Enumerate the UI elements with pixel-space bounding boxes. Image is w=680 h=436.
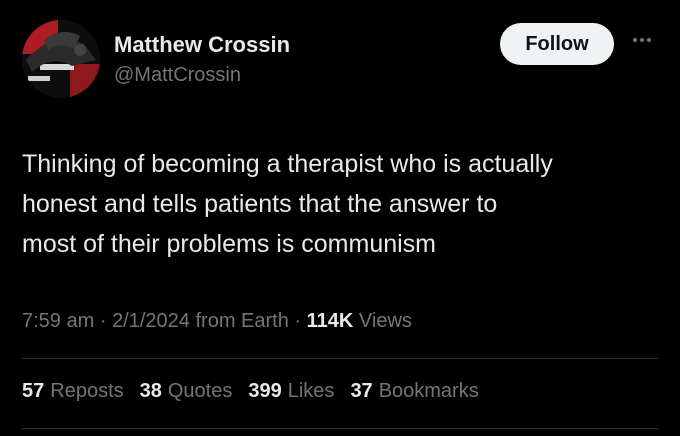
bookmarks-label: Bookmarks xyxy=(378,380,479,402)
follow-button[interactable]: Follow xyxy=(500,23,614,65)
more-dot xyxy=(640,38,644,42)
more-dot xyxy=(633,38,637,42)
quotes-stat[interactable]: 38 Quotes xyxy=(140,380,233,403)
avatar[interactable] xyxy=(22,20,100,98)
tweet-time[interactable]: 7:59 am xyxy=(22,310,94,332)
tweet-date[interactable]: 2/1/2024 xyxy=(112,310,190,332)
divider xyxy=(22,428,658,429)
author-handle[interactable]: @MattCrossin xyxy=(114,64,241,87)
reposts-count: 57 xyxy=(22,380,45,402)
likes-stat[interactable]: 399 Likes xyxy=(248,380,334,403)
more-dots-icon[interactable] xyxy=(628,30,656,50)
reposts-stat[interactable]: 57 Reposts xyxy=(22,380,124,403)
quotes-count: 38 xyxy=(139,380,162,402)
likes-count: 399 xyxy=(248,380,282,402)
bookmarks-stat[interactable]: 37 Bookmarks xyxy=(350,380,478,403)
engagement-stats: 57 Reposts 38 Quotes 399 Likes 37 Bookmarks xyxy=(22,380,479,403)
more-dot xyxy=(647,38,651,42)
reposts-label: Reposts xyxy=(50,380,124,402)
author-name[interactable]: Matthew Crossin xyxy=(114,32,290,58)
quotes-label: Quotes xyxy=(167,380,233,402)
likes-label: Likes xyxy=(287,380,335,402)
tweet-text: Thinking of becoming a therapist who is … xyxy=(22,150,553,258)
divider xyxy=(22,358,658,359)
meta-separator: · xyxy=(294,310,302,332)
meta-separator: · xyxy=(99,310,107,332)
bookmarks-count: 37 xyxy=(350,380,373,402)
views-label: Views xyxy=(358,310,412,332)
views-count: 114K xyxy=(306,310,354,332)
tweet-source: from Earth xyxy=(195,310,289,332)
tweet-meta: 7:59 am · 2/1/2024 from Earth · 114K Vie… xyxy=(22,310,412,333)
